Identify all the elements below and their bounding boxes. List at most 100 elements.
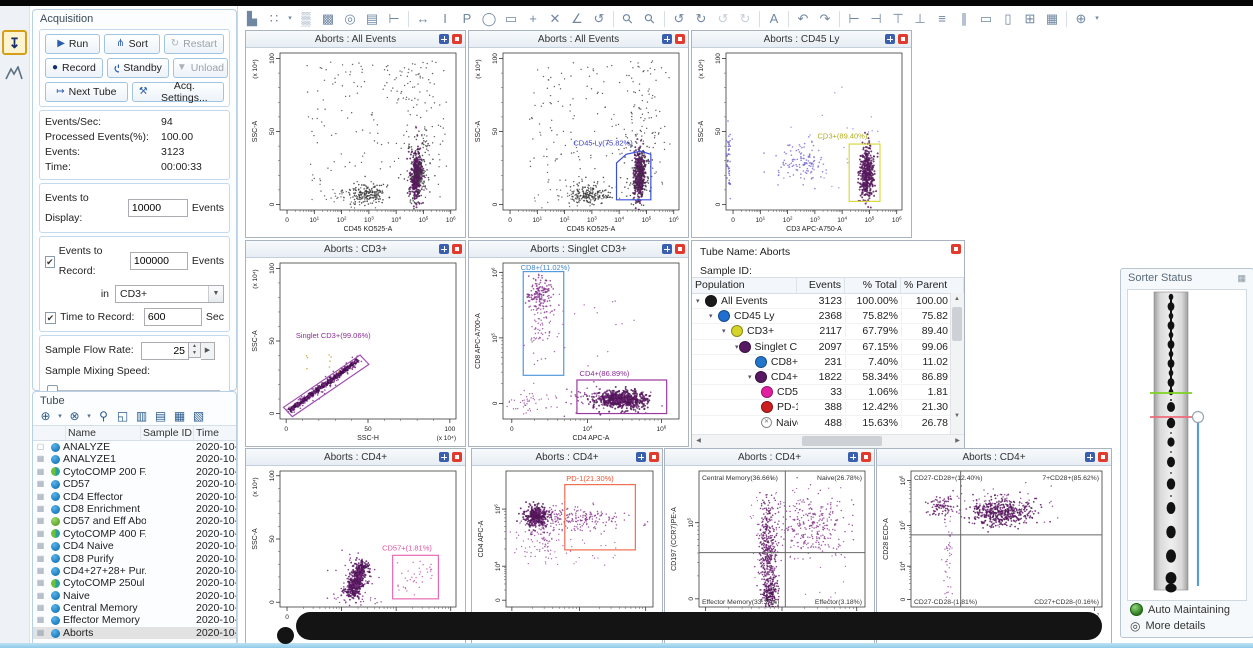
flow-expand-icon[interactable]: ▶	[201, 342, 215, 360]
language-caret-icon[interactable]: ▾	[1092, 9, 1102, 29]
population-row[interactable]: CD8+2317.40%11.02	[692, 355, 951, 370]
close-icon[interactable]	[898, 34, 908, 44]
tube-grid-icon[interactable]: ▦	[33, 553, 48, 565]
scatter-plot-canvas[interactable]: 050100SSC-A(x 10⁴)0101102103104105106CD4…	[469, 48, 686, 236]
library-button[interactable]: ▦	[171, 409, 188, 423]
tree-collapse-icon[interactable]: ▾	[722, 327, 731, 335]
scroll-down-icon[interactable]: ▼	[951, 410, 963, 422]
range-gate-icon[interactable]: ↔	[412, 9, 434, 29]
maximize-icon[interactable]	[439, 34, 449, 44]
histogram-plot-icon[interactable]: ▙	[241, 9, 263, 29]
font-icon[interactable]: A	[763, 9, 785, 29]
spin-down-icon[interactable]: ▼	[189, 350, 200, 357]
align-top-icon[interactable]: ⊤	[887, 9, 909, 29]
record-button[interactable]: ●Record	[45, 58, 103, 78]
close-icon[interactable]	[861, 452, 871, 462]
close-icon[interactable]	[452, 452, 462, 462]
unload-button[interactable]: ▼Unload	[173, 58, 228, 78]
population-row[interactable]: CD57+331.06%1.81	[692, 385, 951, 400]
population-row[interactable]: ▾CD45 Ly236875.82%75.82	[692, 309, 951, 324]
plot-titlebar[interactable]: Aborts : CD3+	[246, 241, 465, 258]
center-horizontal-icon[interactable]: ≡	[931, 9, 953, 29]
scatter-plot-canvas[interactable]: 050100SSC-A(x 10⁴)050100SSC-H(x 10⁴)Sing…	[246, 258, 463, 445]
scroll-right-icon[interactable]: ▶	[951, 435, 964, 447]
sorter-grid-icon[interactable]: ▦	[1237, 273, 1246, 284]
rectangle-gate-icon[interactable]: ▭	[500, 9, 522, 29]
undo-icon[interactable]: ↶	[792, 9, 814, 29]
standby-button[interactable]: Standby	[107, 58, 169, 78]
maximize-icon[interactable]	[848, 452, 858, 462]
plot-titlebar[interactable]: Aborts : Singlet CD3+	[469, 241, 688, 258]
events-to-display-input[interactable]	[128, 199, 188, 217]
tube-row[interactable]: ▦CytoCOMP 400 F...2020-10-	[33, 528, 236, 540]
scatter-plot-canvas[interactable]: 1061050CD8 APC-A700-A0104106CD4 APC-ACD8…	[469, 258, 686, 445]
ellipse-gate-icon[interactable]: ◯	[478, 9, 500, 29]
population-row[interactable]: ✕Naive48815.63%26.78	[692, 416, 951, 429]
tube-row[interactable]: ▦CD8 Purify2020-10-	[33, 553, 236, 565]
center-vertical-icon[interactable]: ∥	[953, 9, 975, 29]
add-tube-caret[interactable]: ▾	[56, 412, 64, 420]
acquisition-rail-button[interactable]: ↧	[2, 30, 27, 55]
maximize-icon[interactable]	[885, 34, 895, 44]
quad-gate-icon[interactable]: +	[522, 9, 544, 29]
vertical-scrollbar[interactable]: ▲▼	[950, 293, 964, 435]
tube-row[interactable]: ▢ANALYZE2020-10-	[33, 441, 236, 453]
next-tube-button[interactable]: ↦Next Tube	[45, 82, 128, 102]
tube-grid-icon[interactable]: ▦	[33, 453, 48, 465]
contour-plot-icon[interactable]: ◎	[339, 9, 361, 29]
zoom-out-icon[interactable]: ⚲	[639, 9, 661, 29]
tube-grid-icon[interactable]: ▦	[33, 614, 48, 626]
close-icon[interactable]	[649, 452, 659, 462]
close-icon[interactable]	[675, 34, 685, 44]
align-bottom-icon[interactable]: ⊥	[909, 9, 931, 29]
tube-grid-icon[interactable]: ▦	[33, 540, 48, 552]
maximize-icon[interactable]	[662, 34, 672, 44]
refresh-icon[interactable]: ↺	[712, 9, 734, 29]
plot-titlebar[interactable]: Aborts : All Events	[246, 31, 465, 48]
align-right-icon[interactable]: ⊣	[865, 9, 887, 29]
population-row[interactable]: ▾All Events3123100.00%100.00	[692, 294, 951, 309]
plot-titlebar[interactable]: Aborts : CD4+	[472, 449, 662, 466]
dot-plot-icon[interactable]: ∷	[263, 9, 285, 29]
tube-grid-icon[interactable]: ▦	[33, 602, 48, 614]
tube-checkbox[interactable]: ▢	[33, 441, 48, 453]
tube-grid-icon[interactable]: ▦	[33, 565, 48, 577]
tube-row[interactable]: ▦CytoCOMP 250ul2020-10-	[33, 577, 236, 589]
tube-grid-icon[interactable]: ▦	[33, 528, 48, 540]
qc-report-button[interactable]: ▤	[152, 409, 169, 423]
skew-quad-gate-icon[interactable]: ✕	[544, 9, 566, 29]
events-to-record-input[interactable]	[130, 252, 188, 270]
overlay-plot-icon[interactable]: ▤	[361, 9, 383, 29]
tube-row[interactable]: ▦CD8 Enrichment2020-10-	[33, 503, 236, 515]
scatter-plot-canvas[interactable]: 050100SSC-A(x 10⁴)0101102103104105106CD3…	[692, 48, 909, 236]
same-width-icon[interactable]: ▭	[975, 9, 997, 29]
tree-collapse-icon[interactable]: ▾	[748, 373, 755, 381]
maximize-icon[interactable]	[662, 244, 672, 254]
flow-rate-input[interactable]	[141, 342, 189, 360]
rotate-gate-icon[interactable]: ↺	[588, 9, 610, 29]
tube-grid-icon[interactable]: ▦	[33, 503, 48, 515]
tube-row[interactable]: ▦Central Memory2020-10-	[33, 602, 236, 614]
tube-row[interactable]: ▦CD4 Naive2020-10-	[33, 540, 236, 552]
tree-collapse-icon[interactable]: ▾	[709, 312, 718, 320]
horizontal-scrollbar[interactable]: ◀▶	[692, 434, 964, 448]
redo-zoom-icon[interactable]: ↻	[690, 9, 712, 29]
acq-settings-button[interactable]: ⚒Acq. Settings...	[132, 82, 224, 102]
run-button[interactable]: ▶Run	[45, 34, 100, 54]
close-icon[interactable]	[452, 34, 462, 44]
language-globe-icon[interactable]: ⊕	[1070, 9, 1092, 29]
tube-grid-icon[interactable]: ▦	[33, 478, 48, 490]
tree-collapse-icon[interactable]: ▾	[735, 343, 739, 351]
tree-collapse-icon[interactable]: ▾	[696, 297, 705, 305]
tube-row[interactable]: ▦Effector Memory2020-10-	[33, 614, 236, 626]
delete-tube-caret[interactable]: ▾	[85, 412, 93, 420]
plot-titlebar[interactable]: Aborts : CD45 Ly	[692, 31, 911, 48]
close-icon[interactable]	[452, 244, 462, 254]
plot-titlebar[interactable]: Aborts : CD4+	[665, 449, 874, 466]
population-row[interactable]: ▾CD3+211767.79%89.40	[692, 324, 951, 339]
tube-grid-icon[interactable]: ▦	[33, 491, 48, 503]
chevron-down-icon[interactable]: ▼	[208, 286, 223, 302]
population-row[interactable]: ▾Singlet CD3+209767.15%99.06	[692, 340, 951, 355]
tube-row[interactable]: ▦CytoCOMP 200 F...2020-10-	[33, 466, 236, 478]
scatter-plot-canvas[interactable]: 050100SSC-A(x 10⁴)0101102103104105106CD4…	[246, 48, 463, 236]
